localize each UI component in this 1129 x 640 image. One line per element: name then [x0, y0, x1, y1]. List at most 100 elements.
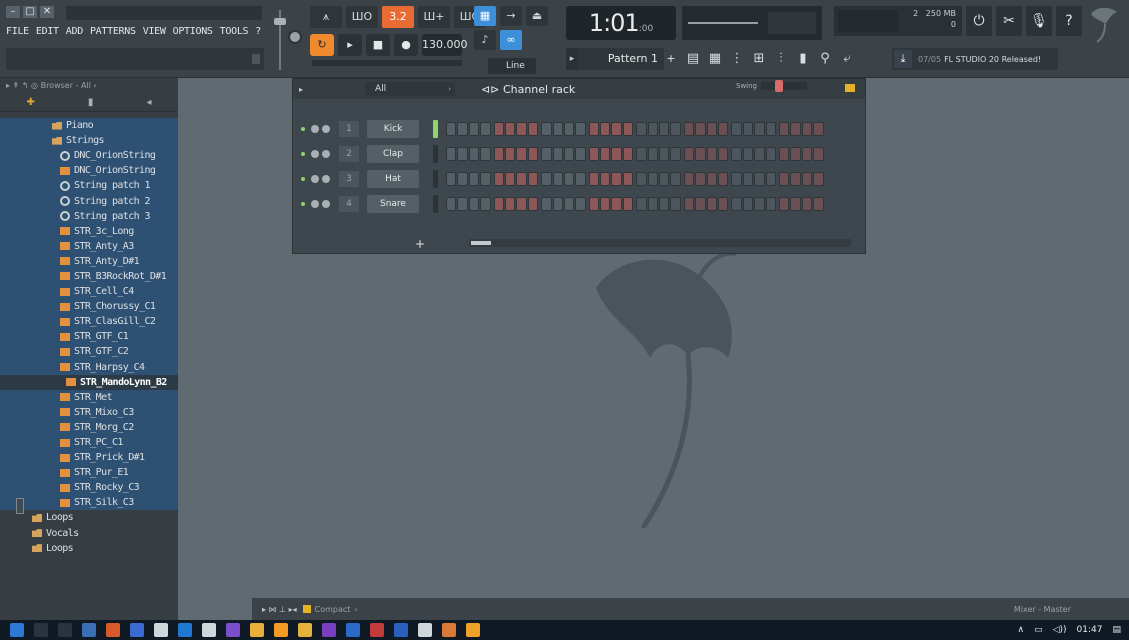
- step-button[interactable]: [765, 172, 776, 186]
- step-button[interactable]: [790, 197, 801, 211]
- channel-select-toggle[interactable]: [433, 170, 438, 188]
- channel-select-toggle[interactable]: [433, 145, 438, 163]
- step-button[interactable]: [446, 147, 457, 161]
- step-button[interactable]: [527, 172, 539, 186]
- volume-icon[interactable]: ◁)): [1053, 625, 1067, 635]
- step-button[interactable]: [446, 122, 457, 136]
- tree-item[interactable]: STR_B3RockRot_D#1: [0, 268, 178, 285]
- step-button[interactable]: [622, 147, 634, 161]
- step-button[interactable]: [575, 197, 586, 211]
- step-button[interactable]: [575, 147, 586, 161]
- step-button[interactable]: [504, 172, 516, 186]
- tree-item[interactable]: STR_Anty_A3: [0, 238, 178, 254]
- master-volume-slider[interactable]: [270, 8, 290, 72]
- step-button[interactable]: [493, 122, 504, 136]
- speaker-icon[interactable]: ◂: [146, 97, 151, 108]
- step-button[interactable]: [670, 172, 681, 186]
- snap-selector[interactable]: Line: [488, 58, 536, 74]
- step-button[interactable]: [754, 147, 765, 161]
- step-button[interactable]: [622, 172, 634, 186]
- channel-pan-knob[interactable]: [311, 175, 319, 183]
- step-button[interactable]: [742, 197, 754, 211]
- step-button[interactable]: [636, 122, 647, 136]
- tree-folder-loops[interactable]: Loops: [0, 510, 178, 525]
- tree-item[interactable]: STR_Harpsy_C4: [0, 359, 178, 375]
- step-button[interactable]: [600, 197, 611, 211]
- step-button[interactable]: [457, 122, 468, 136]
- metronome-icon[interactable]: ⩚: [310, 6, 342, 28]
- step-button[interactable]: [541, 122, 552, 136]
- plugin-icon[interactable]: ⚲: [816, 48, 834, 70]
- channel-select-toggle[interactable]: [433, 195, 438, 213]
- menu-help[interactable]: ?: [255, 26, 261, 37]
- tree-item[interactable]: STR_Rocky_C3: [0, 480, 178, 496]
- step-button[interactable]: [659, 172, 670, 186]
- channel-pan-knob[interactable]: [311, 125, 319, 133]
- step-button[interactable]: [813, 172, 824, 186]
- tree-item[interactable]: STR_ClasGill_C2: [0, 314, 178, 330]
- edge-icon[interactable]: [178, 623, 192, 637]
- step-button[interactable]: [457, 172, 468, 186]
- step-button[interactable]: [670, 197, 681, 211]
- step-button[interactable]: [457, 147, 468, 161]
- step-button[interactable]: [778, 197, 790, 211]
- step-button[interactable]: [670, 122, 681, 136]
- pattern-arrow-icon[interactable]: ▸: [566, 48, 578, 70]
- tree-item[interactable]: STR_Silk_C3: [0, 495, 178, 511]
- notifications-icon[interactable]: ▤: [1112, 625, 1121, 635]
- app-icon-7[interactable]: [442, 623, 456, 637]
- step-button[interactable]: [588, 197, 600, 211]
- step-button[interactable]: [468, 172, 480, 186]
- channel-pan-knob[interactable]: [311, 150, 319, 158]
- step-button[interactable]: [765, 147, 776, 161]
- step-button[interactable]: [468, 197, 480, 211]
- channel-name-button[interactable]: Clap: [367, 145, 419, 163]
- step-button[interactable]: [742, 147, 754, 161]
- step-button[interactable]: [754, 197, 765, 211]
- step-button[interactable]: [683, 197, 695, 211]
- step-button[interactable]: [731, 147, 742, 161]
- step-button[interactable]: [588, 147, 600, 161]
- browser-scrollbar[interactable]: [16, 498, 24, 514]
- step-button[interactable]: [695, 147, 706, 161]
- step-button[interactable]: [611, 122, 622, 136]
- channel-rack-titlebar[interactable]: ▸ All › ⊲⊳ Channel rack Swing: [293, 79, 865, 99]
- tree-item[interactable]: String patch 3: [0, 208, 178, 224]
- tree-item-selected[interactable]: STR_MandoLynn_B2: [0, 374, 178, 390]
- step-button[interactable]: [516, 197, 527, 211]
- song-position-display[interactable]: 1:01:00: [566, 6, 676, 40]
- chrome-icon[interactable]: [250, 623, 264, 637]
- step-button[interactable]: [778, 122, 790, 136]
- step-button[interactable]: [600, 147, 611, 161]
- step-button[interactable]: [765, 122, 776, 136]
- step-button[interactable]: [636, 172, 647, 186]
- typing-keyboard-icon[interactable]: ▦: [474, 6, 496, 26]
- step-button[interactable]: [446, 197, 457, 211]
- step-button[interactable]: [790, 172, 801, 186]
- tree-item[interactable]: STR_Mixo_C3: [0, 404, 178, 420]
- channel-name-button[interactable]: Kick: [367, 120, 419, 138]
- step-button[interactable]: [622, 197, 634, 211]
- step-button[interactable]: [683, 172, 695, 186]
- minimize-button[interactable]: –: [6, 6, 20, 18]
- pattern-name[interactable]: Pattern 1: [578, 48, 664, 70]
- step-button[interactable]: [468, 147, 480, 161]
- battery-icon[interactable]: ▭: [1034, 625, 1043, 635]
- channel-volume-knob[interactable]: [322, 175, 330, 183]
- step-button[interactable]: [801, 122, 813, 136]
- app-icon-4[interactable]: [154, 623, 168, 637]
- file-icon[interactable]: ▮: [88, 97, 94, 108]
- microphone-icon[interactable]: 🎙: [1026, 6, 1052, 36]
- step-button[interactable]: [588, 122, 600, 136]
- channel-enable-led[interactable]: [301, 177, 305, 181]
- step-button[interactable]: [731, 197, 742, 211]
- step-button[interactable]: [446, 172, 457, 186]
- help-icon[interactable]: ?: [1056, 6, 1082, 36]
- channel-enable-led[interactable]: [301, 202, 305, 206]
- channel-name-button[interactable]: Snare: [367, 195, 419, 213]
- tree-item[interactable]: STR_3c_Long: [0, 223, 178, 239]
- add-pattern-button[interactable]: +: [664, 48, 678, 70]
- step-button[interactable]: [670, 147, 681, 161]
- task-view-icon[interactable]: [58, 623, 72, 637]
- step-button[interactable]: [575, 172, 586, 186]
